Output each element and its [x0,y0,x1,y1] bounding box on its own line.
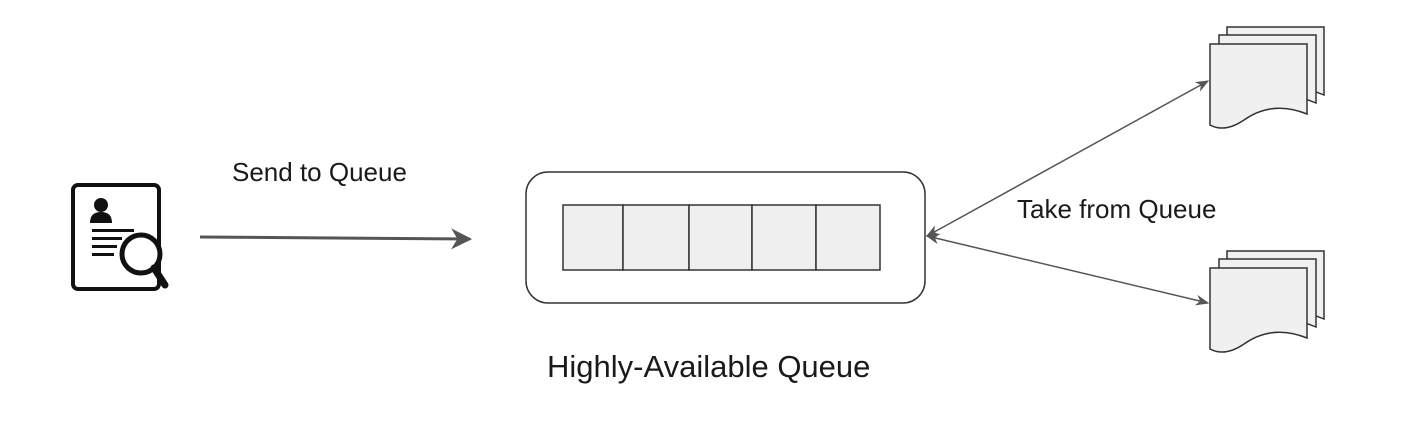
queue-slot [622,204,690,271]
queue-title: Highly-Available Queue [547,349,871,384]
queue-slot [688,204,753,271]
queue-slot [815,204,881,271]
send-to-queue-label: Send to Queue [232,157,407,187]
document-stack-icon [1209,26,1325,129]
document-stack-icon [1209,250,1325,353]
queue-slot [562,204,624,271]
take-arrow-bottom [925,233,1210,306]
resume-search-icon [71,183,169,291]
queue-slot [751,204,817,271]
send-arrow [199,228,473,250]
queue-slots [562,204,881,271]
take-from-queue-label: Take from Queue [1017,194,1217,224]
